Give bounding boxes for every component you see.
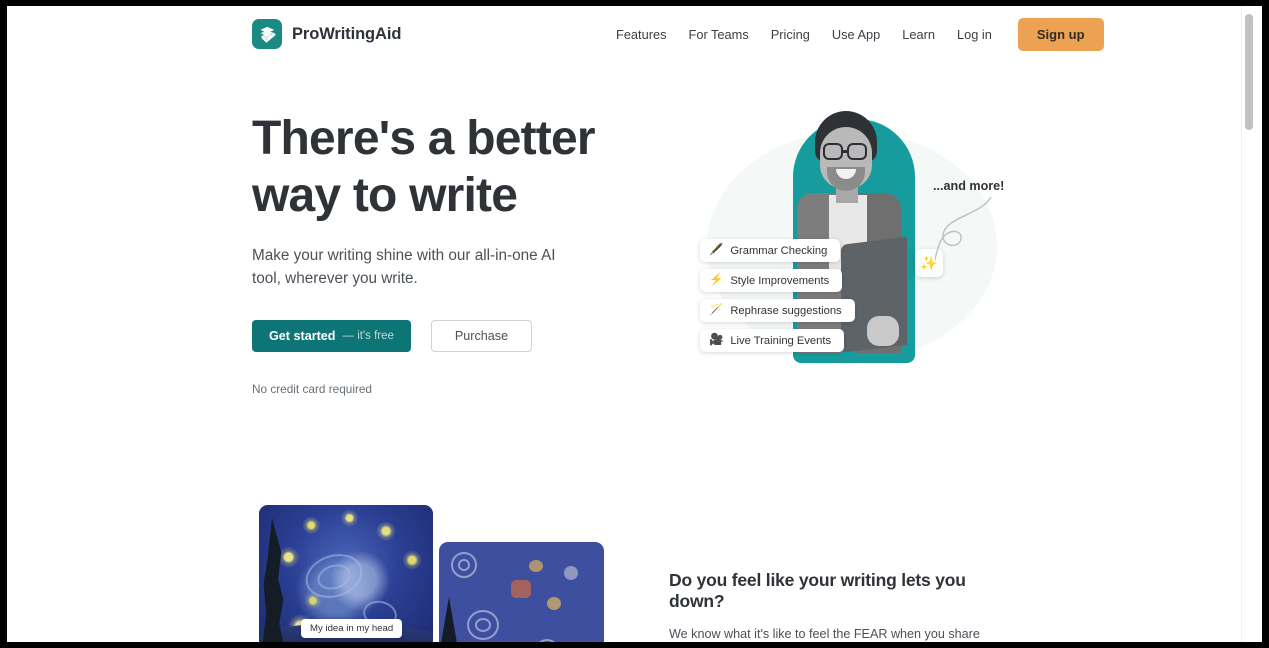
nav-link-learn[interactable]: Learn <box>891 21 946 48</box>
hero-illustration: 🖋️ Grammar Checking ⚡ Style Improvements… <box>667 101 1027 401</box>
curly-pointer-line <box>935 196 992 262</box>
blob-shape <box>529 560 543 572</box>
pen-icon: 🖋️ <box>709 243 724 256</box>
page-content: ProWritingAid Features For Teams Pricing… <box>7 6 1255 642</box>
nav-link-for-teams[interactable]: For Teams <box>678 21 760 48</box>
and-more-label: ...and more! <box>933 179 1005 193</box>
hero-cta-group: Get started — it's free Purchase <box>252 320 652 352</box>
brand-name: ProWritingAid <box>292 24 402 43</box>
scrollbar-thumb[interactable] <box>1245 14 1253 130</box>
nav-link-pricing[interactable]: Pricing <box>760 21 821 48</box>
feature-chip-label: Style Improvements <box>730 274 830 287</box>
get-started-label: Get started <box>269 329 336 343</box>
site-header: ProWritingAid Features For Teams Pricing… <box>7 6 1255 62</box>
main-navigation: Features For Teams Pricing Use App Learn… <box>605 17 1104 51</box>
nav-link-features[interactable]: Features <box>605 21 678 48</box>
brand-logo[interactable]: ProWritingAid <box>252 19 401 49</box>
blob-shape <box>511 580 531 598</box>
sign-up-button[interactable]: Sign up <box>1017 17 1104 51</box>
page-scrollbar[interactable] <box>1241 6 1255 642</box>
browser-viewport: ProWritingAid Features For Teams Pricing… <box>7 6 1262 642</box>
lower-section-title: Do you feel like your writing lets you d… <box>669 570 966 611</box>
feature-chip-label: Live Training Events <box>730 334 832 347</box>
lightning-icon: ⚡ <box>709 273 724 286</box>
get-started-note: — it's free <box>342 330 394 342</box>
feature-chip-label: Rephrase suggestions <box>730 304 842 317</box>
no-credit-card-note: No credit card required <box>252 382 372 396</box>
feature-chip: 🖋️ Grammar Checking <box>700 239 841 262</box>
hero-subtitle: Make your writing shine with our all-in-… <box>252 247 556 287</box>
spiral-shape <box>536 639 558 642</box>
nav-link-use-app[interactable]: Use App <box>821 21 891 48</box>
purchase-button[interactable]: Purchase <box>430 320 533 352</box>
cypress-tree-shape <box>439 597 459 642</box>
spiral-shape <box>475 618 491 632</box>
video-camera-icon: 🎥 <box>709 333 724 346</box>
feature-chip: ⚡ Style Improvements <box>700 269 843 292</box>
simplified-painting <box>439 542 604 642</box>
feature-chip: 🎥 Live Training Events <box>700 329 845 352</box>
hero-section: There's a better way to write Make your … <box>252 110 652 396</box>
blob-shape <box>564 566 578 580</box>
lower-text-section: Do you feel like your writing lets you d… <box>669 570 1017 642</box>
artwork-caption: My idea in my head <box>301 619 403 638</box>
prowritingaid-logo-icon <box>252 19 282 49</box>
hero-title: There's a better way to write <box>252 112 596 222</box>
feature-chip-label: Grammar Checking <box>730 244 828 257</box>
get-started-button[interactable]: Get started — it's free <box>252 320 411 352</box>
magic-wand-icon: 🪄 <box>709 303 724 316</box>
artwork-comparison: My idea in my head <box>259 505 604 642</box>
blob-shape <box>547 597 561 610</box>
feature-chip: 🪄 Rephrase suggestions <box>700 299 855 322</box>
spiral-shape <box>458 559 470 571</box>
nav-link-log-in[interactable]: Log in <box>946 21 1003 48</box>
lower-section-body: We know what it's like to feel the FEAR … <box>669 627 980 641</box>
